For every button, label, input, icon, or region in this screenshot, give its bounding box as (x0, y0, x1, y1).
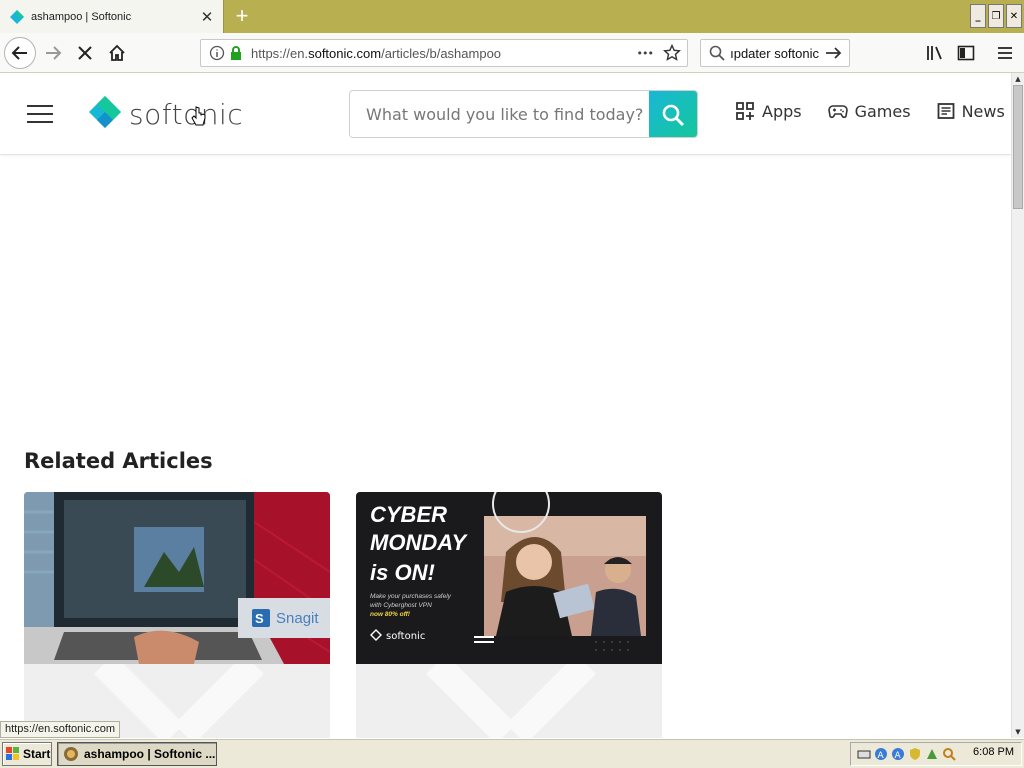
cyber-monday-small-3: now 80% off! (370, 611, 411, 618)
nav-apps[interactable]: Apps (735, 101, 802, 121)
logo-text: softonic (129, 97, 244, 131)
taskbar-item-browser[interactable]: ashampoo | Softonic ... (57, 742, 217, 766)
forward-arrow-icon (46, 46, 62, 60)
scrollbar-thumb[interactable] (1013, 85, 1023, 209)
library-icon (927, 46, 942, 60)
hamburger-menu-icon (998, 47, 1012, 59)
window-controls: _ ❐ ✕ (970, 4, 1022, 28)
status-url-tooltip: https://en.softonic.com (0, 721, 121, 738)
scroll-up-arrow-icon[interactable]: ▲ (1012, 73, 1024, 85)
tray-app-icon[interactable] (925, 747, 939, 761)
mouse-cursor-icon (191, 106, 206, 126)
shield-icon[interactable] (908, 747, 922, 761)
network-b-icon[interactable]: A (891, 747, 905, 761)
site-nav: Apps Games News (735, 101, 1005, 121)
back-button[interactable] (4, 37, 36, 69)
search-tray-icon[interactable] (942, 747, 956, 761)
stop-x-icon (78, 46, 92, 60)
card-placeholder-pattern (426, 664, 596, 738)
snagit-overlay-label: Snagit (276, 610, 319, 627)
taskbar-clock: 6:08 PM (973, 746, 1014, 758)
browser-search-input[interactable]: ıpdater softonic (731, 46, 819, 61)
cyber-monday-headline-1: CYBER (370, 502, 447, 527)
cyber-monday-headline-3: is ON! (370, 560, 435, 585)
svg-text:A: A (878, 751, 885, 761)
sidebar-button[interactable] (951, 38, 981, 68)
start-button[interactable]: Start (2, 742, 52, 766)
gamepad-icon (827, 105, 848, 119)
news-icon (937, 103, 954, 119)
site-menu-button[interactable] (27, 105, 53, 123)
sidebar-icon (957, 45, 975, 61)
new-tab-button[interactable]: + (230, 3, 254, 28)
search-icon (709, 45, 725, 61)
search-icon (662, 104, 685, 127)
taskbar: Start ashampoo | Softonic ... A A 6:08 P… (0, 738, 1024, 768)
article-card[interactable]: S Snagit (24, 492, 330, 738)
scroll-down-arrow-icon[interactable]: ▼ (1012, 726, 1024, 738)
url-bar[interactable]: https://en.softonic.com/articles/b/asham… (200, 39, 688, 67)
nav-games[interactable]: Games (827, 101, 911, 121)
nav-news[interactable]: News (937, 101, 1005, 121)
stop-button[interactable] (70, 38, 100, 68)
minimize-button[interactable]: _ (970, 4, 986, 28)
forward-button[interactable] (38, 38, 68, 68)
softonic-logo[interactable]: softonic (87, 94, 243, 134)
svg-text:S: S (255, 611, 264, 626)
page-actions-button[interactable]: ••• (637, 47, 654, 60)
start-label: Start (23, 747, 51, 761)
tab-close-button[interactable]: ✕ (195, 5, 219, 29)
article-card[interactable]: CYBER MONDAY is ON! Make your purchases … (356, 492, 662, 738)
nav-games-label: Games (854, 101, 911, 121)
cyber-monday-small-1: Make your purchases safely (370, 593, 452, 600)
vertical-scrollbar[interactable]: ▲ ▼ (1011, 73, 1024, 738)
home-button[interactable] (102, 38, 132, 68)
info-icon[interactable] (209, 45, 225, 61)
tab-strip: ashampoo | Softonic ✕ + _ ❐ ✕ (0, 0, 1024, 33)
back-arrow-icon (11, 46, 27, 60)
cyber-monday-headline-2: MONDAY (370, 530, 468, 555)
web-page: softonic Apps Games News (0, 73, 1011, 738)
cyber-monday-small-2: with Cyberghost VPN (370, 602, 432, 609)
tab-title: ashampoo | Softonic (31, 10, 132, 23)
url-text: https://en.softonic.com/articles/b/asham… (251, 45, 502, 61)
snagit-article-image[interactable]: S Snagit (24, 492, 330, 664)
svg-text:A: A (895, 751, 902, 761)
restore-button[interactable]: ❐ (988, 4, 1004, 28)
softonic-favicon-icon (10, 9, 24, 24)
browser-toolbar: https://en.softonic.com/articles/b/asham… (0, 33, 1024, 73)
lock-icon (231, 46, 241, 60)
site-search (349, 90, 698, 138)
site-header: softonic Apps Games News (0, 73, 1011, 155)
windows-logo-icon (6, 747, 19, 760)
site-search-input[interactable] (350, 91, 649, 137)
cyber-monday-brand: softonic (386, 631, 425, 642)
menu-button[interactable] (990, 38, 1020, 68)
search-go-arrow-icon[interactable] (825, 45, 843, 61)
library-button[interactable] (920, 38, 950, 68)
site-search-button[interactable] (649, 91, 697, 137)
close-window-button[interactable]: ✕ (1006, 4, 1022, 28)
home-icon (109, 44, 125, 61)
bookmark-star-icon[interactable] (663, 44, 681, 62)
nav-news-label: News (961, 101, 1005, 121)
browser-tab[interactable]: ashampoo | Softonic ✕ (0, 0, 224, 33)
keyboard-icon[interactable] (857, 747, 871, 761)
cyber-monday-article-image[interactable]: CYBER MONDAY is ON! Make your purchases … (356, 492, 662, 664)
softonic-logo-icon (89, 96, 121, 128)
browser-search-bar[interactable]: ıpdater softonic (700, 39, 850, 67)
apps-grid-icon (736, 102, 754, 120)
nav-apps-label: Apps (762, 101, 802, 121)
taskbar-item-label: ashampoo | Softonic ... (84, 747, 216, 761)
network-a-icon[interactable]: A (874, 747, 888, 761)
browser-app-icon (64, 747, 78, 761)
related-articles-heading: Related Articles (24, 449, 213, 473)
